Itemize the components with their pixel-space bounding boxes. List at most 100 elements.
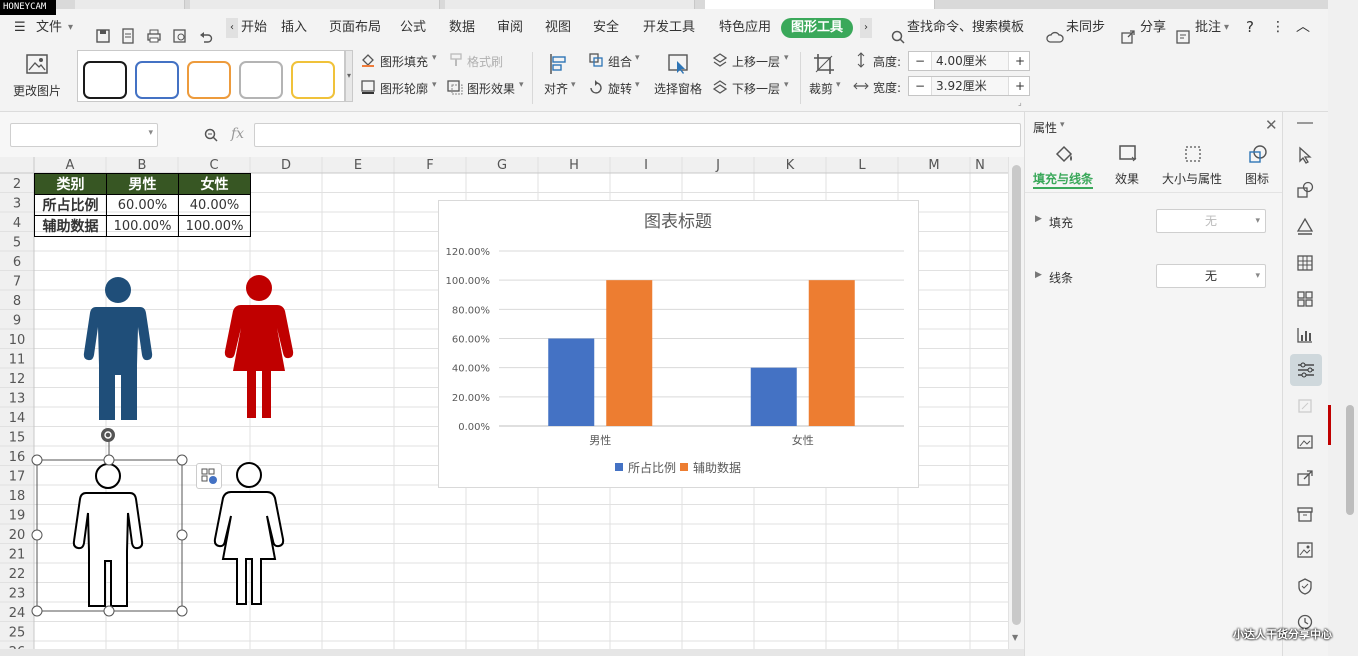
save-icon[interactable] xyxy=(95,28,111,44)
table-icon[interactable] xyxy=(1296,254,1314,272)
send-backward-button[interactable]: 下移一层 xyxy=(732,80,780,97)
resize-handle[interactable] xyxy=(176,454,188,466)
column-header-H[interactable]: H xyxy=(569,158,579,173)
convert-icon[interactable] xyxy=(1296,397,1314,415)
change-picture-icon[interactable] xyxy=(24,52,52,78)
column-header-A[interactable]: A xyxy=(66,158,75,173)
bring-forward-button[interactable]: 上移一层 xyxy=(732,53,780,70)
row-header-15[interactable]: 15 xyxy=(9,431,26,446)
undo-icon[interactable] xyxy=(198,28,214,44)
align-button[interactable]: 对齐 xyxy=(544,80,568,97)
fill-section-label[interactable]: 填充 xyxy=(1049,214,1073,231)
chevron-down-icon[interactable]: ▾ xyxy=(635,53,640,63)
resize-handle[interactable] xyxy=(31,454,43,466)
chart-icon[interactable] xyxy=(1296,326,1314,344)
collapse-ribbon-icon[interactable]: ︿ xyxy=(1296,9,1310,46)
rotate-handle-icon[interactable] xyxy=(101,428,115,442)
row-header-21[interactable]: 21 xyxy=(9,548,26,563)
dialog-launcher-icon[interactable]: ⌟ xyxy=(1018,98,1022,107)
legend-entry[interactable]: 辅助数据 xyxy=(693,460,741,475)
print-preview-icon[interactable] xyxy=(172,28,188,44)
column-header-F[interactable]: F xyxy=(426,158,433,173)
style-icon[interactable] xyxy=(1296,217,1314,235)
row-header-18[interactable]: 18 xyxy=(9,489,26,504)
format-brush-button[interactable]: 格式刷 xyxy=(467,53,503,70)
apps-grid-icon[interactable] xyxy=(1296,290,1314,308)
chevron-down-icon[interactable]: ▾ xyxy=(571,80,576,90)
table-header-cell[interactable]: 男性 xyxy=(106,173,179,195)
female-figure-outline[interactable] xyxy=(213,461,285,606)
chevron-down-icon[interactable]: ▾ xyxy=(784,80,789,90)
table-cell[interactable]: 100.00% xyxy=(178,215,251,237)
tab-icons[interactable]: 图标 xyxy=(1245,170,1269,187)
scroll-thumb[interactable] xyxy=(1012,165,1021,625)
row-header-16[interactable]: 16 xyxy=(9,450,26,465)
sync-status[interactable]: 未同步 xyxy=(1066,9,1105,46)
more-icon[interactable]: ⋮ xyxy=(1271,9,1285,46)
row-header-10[interactable]: 10 xyxy=(9,333,26,348)
export-icon[interactable] xyxy=(1296,469,1314,487)
shape-effect-button[interactable]: 图形效果 xyxy=(467,80,515,97)
chart-bar[interactable] xyxy=(548,338,595,427)
table-header-cell[interactable]: 类别 xyxy=(34,173,107,195)
row-header-7[interactable]: 7 xyxy=(13,275,21,290)
table-header-cell[interactable]: 女性 xyxy=(178,173,251,195)
tab-review[interactable]: 审阅 xyxy=(497,9,523,46)
line-section-label[interactable]: 线条 xyxy=(1049,269,1073,286)
shape-style-preset[interactable] xyxy=(135,61,179,99)
close-icon[interactable]: ✕ xyxy=(1265,116,1278,134)
chart-area[interactable]: 图表标题 0.00% 20.00% 40.00% 60.00% 80.00% 100.00%… xyxy=(438,200,919,488)
group-button[interactable]: 组合 xyxy=(608,53,632,70)
resize-handle[interactable] xyxy=(31,605,43,617)
width-increment[interactable]: + xyxy=(1013,77,1027,95)
female-figure-filled[interactable] xyxy=(223,273,295,418)
sheet-tabs-bar[interactable] xyxy=(0,649,1024,656)
table-cell[interactable]: 辅助数据 xyxy=(34,215,107,237)
picture-icon[interactable] xyxy=(1296,433,1314,451)
outer-scroll-thumb[interactable] xyxy=(1346,405,1354,515)
shape-style-preset[interactable] xyxy=(83,61,127,99)
row-header-19[interactable]: 19 xyxy=(9,509,26,524)
export-pdf-icon[interactable] xyxy=(120,28,136,44)
chevron-down-icon[interactable]: ▾ xyxy=(148,128,153,138)
tab-security[interactable]: 安全 xyxy=(593,9,619,46)
shape-fill-button[interactable]: 图形填充 xyxy=(380,53,428,70)
table-cell[interactable]: 60.00% xyxy=(106,194,179,216)
share-button[interactable]: 分享 xyxy=(1140,9,1166,46)
tab-fill-line[interactable]: 填充与线条 xyxy=(1033,170,1093,187)
selection-pane-icon[interactable] xyxy=(666,52,690,76)
doc-tab[interactable] xyxy=(75,0,185,9)
pointer-icon[interactable] xyxy=(1296,146,1314,164)
row-header-11[interactable]: 11 xyxy=(9,353,26,368)
row-header-23[interactable]: 23 xyxy=(9,587,26,602)
column-header-K[interactable]: K xyxy=(786,158,795,173)
shape-style-preset[interactable] xyxy=(291,61,335,99)
fill-dropdown[interactable]: 无 ▾ xyxy=(1156,209,1266,233)
row-header-24[interactable]: 24 xyxy=(9,606,26,621)
help-icon[interactable]: ? xyxy=(1246,9,1254,46)
tab-view[interactable]: 视图 xyxy=(545,9,571,46)
resize-handle[interactable] xyxy=(103,605,115,617)
panel-title[interactable]: 属性 xyxy=(1033,119,1057,136)
rotate-button[interactable]: 旋转 xyxy=(608,80,632,97)
row-header-20[interactable]: 20 xyxy=(9,528,26,543)
male-figure-filled[interactable] xyxy=(82,275,154,420)
print-icon[interactable] xyxy=(146,28,162,44)
formula-input[interactable] xyxy=(254,123,1021,147)
layout-options-button[interactable] xyxy=(196,463,222,489)
height-decrement[interactable]: − xyxy=(913,52,927,70)
resize-handle[interactable] xyxy=(176,605,188,617)
line-dropdown[interactable]: 无 ▾ xyxy=(1156,264,1266,288)
scroll-down-icon[interactable]: ▼ xyxy=(1012,633,1018,642)
chart-title[interactable]: 图表标题 xyxy=(644,212,712,232)
tab-special[interactable]: 特色应用 xyxy=(719,9,771,46)
row-header-14[interactable]: 14 xyxy=(9,411,26,426)
width-decrement[interactable]: − xyxy=(913,77,927,95)
table-cell[interactable]: 40.00% xyxy=(178,194,251,216)
row-header-22[interactable]: 22 xyxy=(9,567,26,582)
shape-outline-button[interactable]: 图形轮廓 xyxy=(380,80,428,97)
icons-icon[interactable] xyxy=(1247,143,1269,165)
comment-button[interactable]: 批注 xyxy=(1195,9,1221,46)
zoom-icon[interactable] xyxy=(203,127,219,143)
legend-entry[interactable]: 所占比例 xyxy=(628,460,676,475)
